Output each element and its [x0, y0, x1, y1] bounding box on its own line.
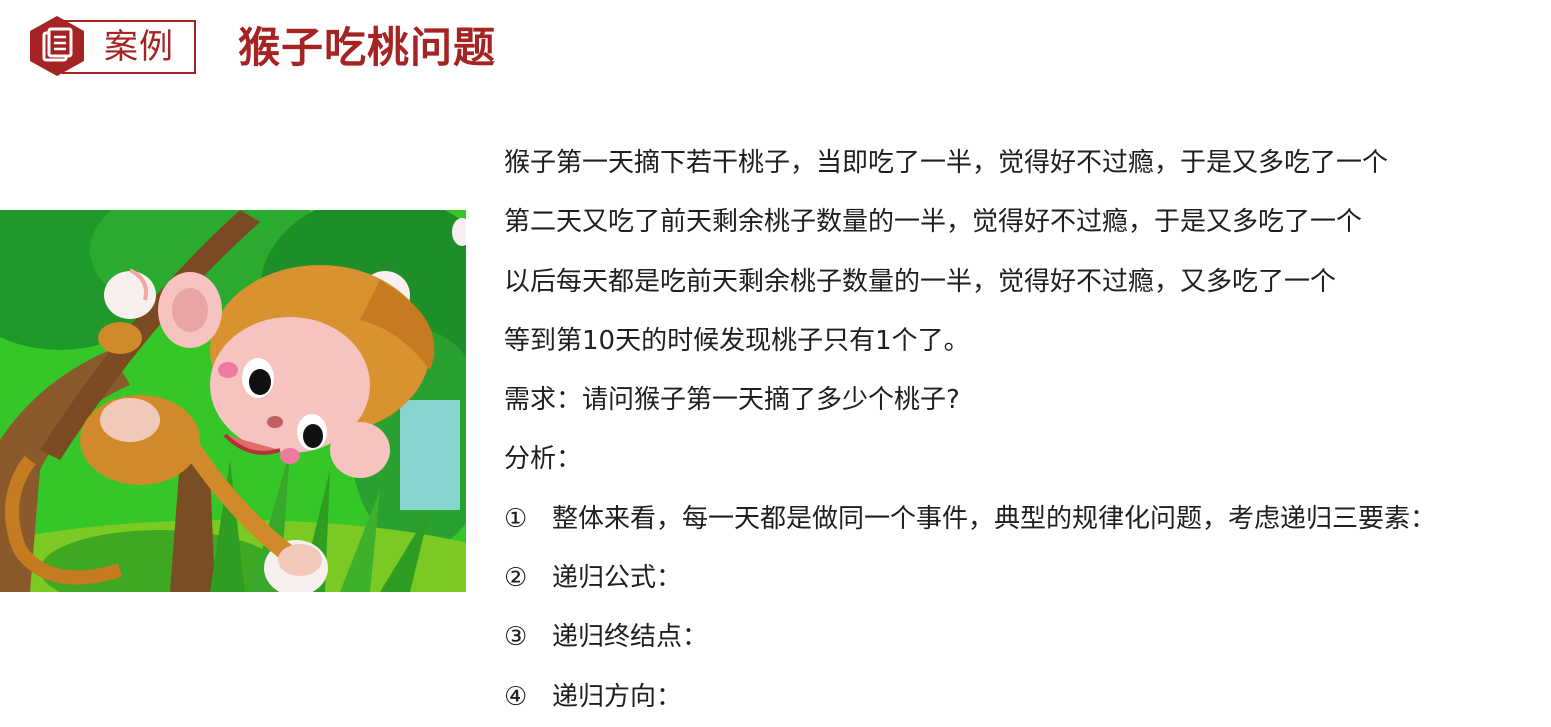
paragraph-4: 等到第10天的时候发现桃子只有1个了。	[504, 325, 970, 356]
requirement-line: 需求：请问猴子第一天摘了多少个桃子?	[504, 385, 960, 416]
step-4: ④ 递归方向：	[504, 668, 1534, 727]
monkey-illustration	[0, 210, 466, 592]
step-1-text: 整体来看，每一天都是做同一个事件，典型的规律化问题，考虑递归三要素：	[552, 503, 1437, 534]
paragraph-2: 第二天又吃了前天剩余桃子数量的一半，觉得好不过瘾，于是又多吃了一个	[504, 207, 1363, 238]
analysis-label: 分析：	[504, 444, 583, 475]
step-2: ② 递归公式：	[504, 549, 1534, 608]
document-icon	[30, 16, 84, 76]
step-2-text: 递归公式：	[552, 563, 683, 594]
paragraph-3: 以后每天都是吃前天剩余桃子数量的一半，觉得好不过瘾，又多吃了一个	[504, 266, 1337, 297]
step-1-number: ①	[504, 503, 528, 534]
step-4-number: ④	[504, 681, 528, 712]
paragraph-1: 猴子第一天摘下若干桃子，当即吃了一半，觉得好不过瘾，于是又多吃了一个	[504, 148, 1389, 178]
step-1: ① 整体来看，每一天都是做同一个事件，典型的规律化问题，考虑递归三要素：	[504, 490, 1534, 549]
step-3-number: ③	[504, 622, 528, 653]
step-2-number: ②	[504, 563, 528, 594]
step-3-text: 递归终结点：	[552, 622, 709, 653]
step-3: ③ 递归终结点：	[504, 608, 1534, 667]
page-title: 猴子吃桃问题	[238, 23, 497, 72]
problem-description: 猴子第一天摘下若干桃子，当即吃了一半，觉得好不过瘾，于是又多吃了一个 第二天又吃…	[504, 134, 1534, 727]
step-4-text: 递归方向：	[552, 681, 683, 712]
case-badge-label: 案例	[104, 27, 174, 67]
